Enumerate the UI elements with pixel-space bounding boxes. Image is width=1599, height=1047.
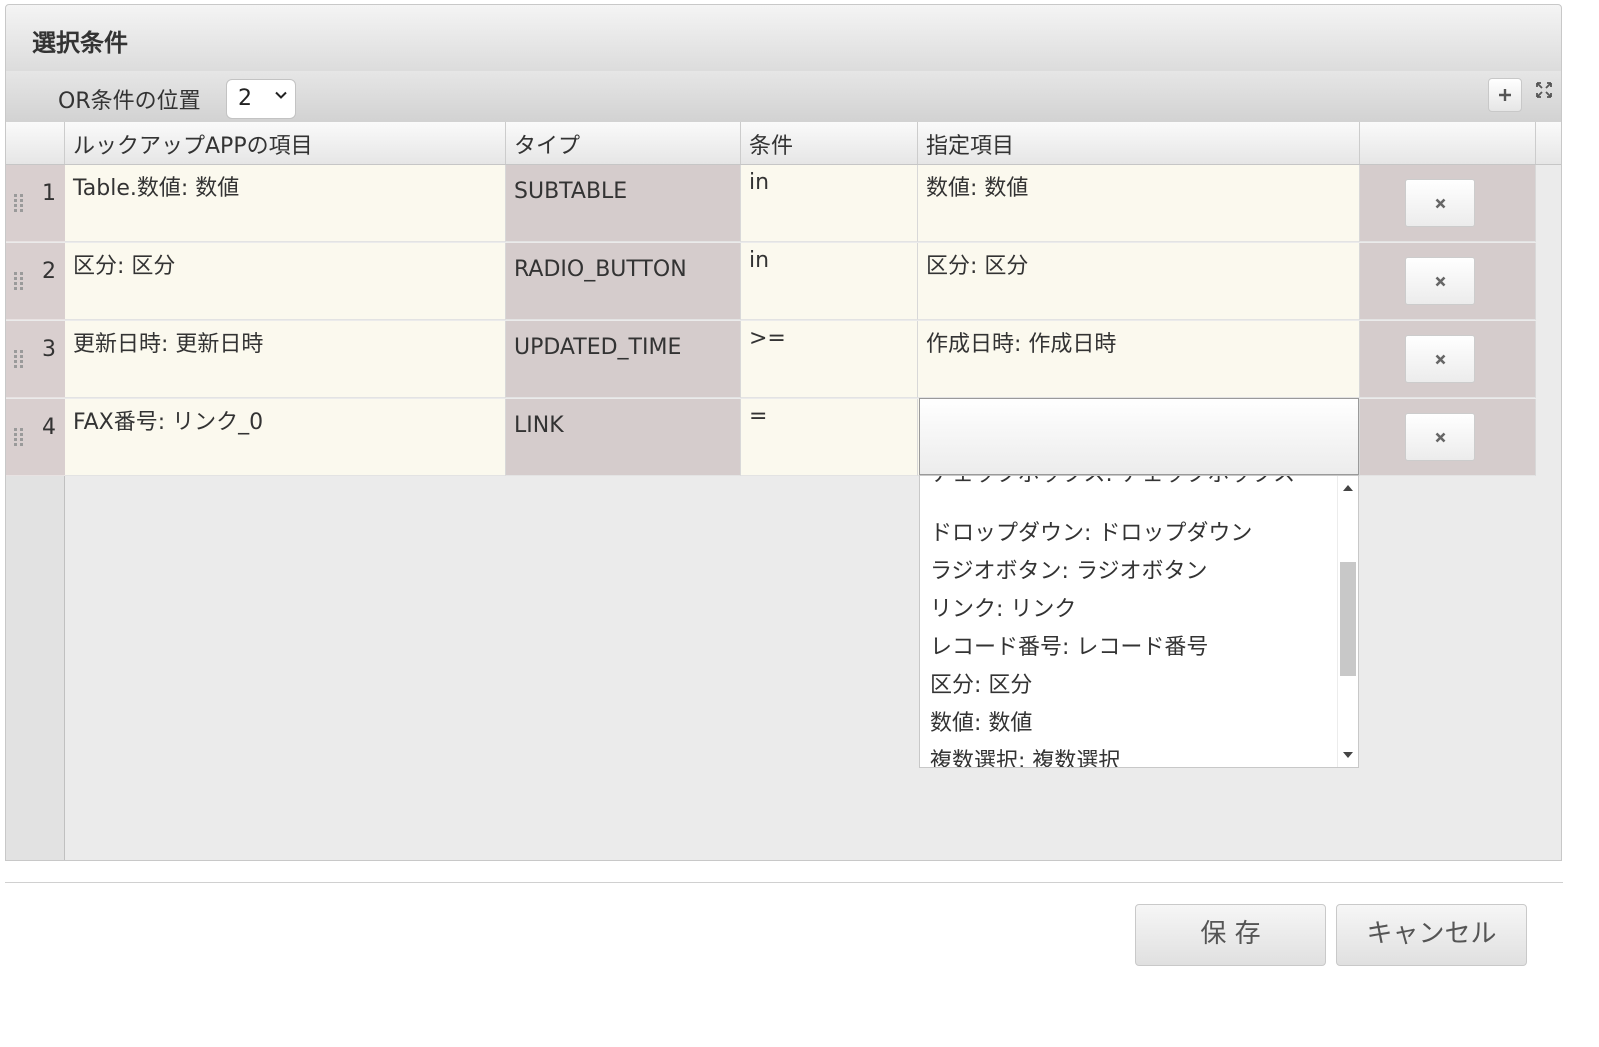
close-icon [1435,276,1446,287]
condition-cell[interactable]: in [741,243,918,320]
header-type: タイプ [506,122,741,164]
row-number-cell: 2 [6,243,65,320]
toolbar: OR条件の位置 2 [6,71,1561,122]
lookup-field-cell[interactable]: FAX番号: リンク_0 [65,399,506,476]
lookup-field-cell[interactable]: Table.数値: 数値 [65,165,506,242]
action-cell [1360,165,1536,242]
close-icon [1435,354,1446,365]
delete-row-button[interactable] [1405,179,1475,227]
header-condition: 条件 [741,122,918,164]
dialog-title-bar: 選択条件 [5,4,1562,72]
close-icon [1435,432,1446,443]
add-row-button[interactable] [1488,78,1522,112]
lookup-field-cell[interactable]: 更新日時: 更新日時 [65,321,506,398]
column-divider [64,476,65,860]
row-number-column-empty [6,476,65,860]
target-field-dropdown[interactable]: チェックボックス: チェックボックス ドロップダウン: ドロップダウン ラジオボ… [919,475,1359,768]
dropdown-list: チェックボックス: チェックボックス ドロップダウン: ドロップダウン ラジオボ… [930,476,1338,767]
dropdown-option[interactable]: リンク: リンク [930,591,1338,629]
action-cell [1360,321,1536,398]
condition-cell[interactable]: in [741,165,918,242]
dropdown-option[interactable]: ドロップダウン: ドロップダウン [930,515,1338,553]
or-position-label: OR条件の位置 [58,89,201,114]
lookup-field-cell[interactable]: 区分: 区分 [65,243,506,320]
type-cell: RADIO_BUTTON [506,243,741,320]
drag-handle-icon[interactable] [13,349,25,369]
drag-handle-icon[interactable] [13,193,25,213]
row-number: 4 [42,415,56,440]
condition-cell[interactable]: = [741,399,918,476]
dropdown-option[interactable]: 数値: 数値 [930,705,1338,743]
grid-header: ルックアップAPPの項目 タイプ 条件 指定項目 [6,122,1561,165]
header-row-number [6,122,65,164]
or-position-select[interactable]: 2 [226,79,296,119]
chevron-down-icon [275,91,287,99]
row-number: 1 [42,181,56,206]
row-number: 2 [42,259,56,284]
dropdown-option[interactable]: チェックボックス: チェックボックス [930,476,1338,515]
dropdown-scrollbar[interactable] [1337,476,1358,767]
row-number-cell: 1 [6,165,65,242]
footer-divider [5,882,1563,883]
save-button[interactable]: 保 存 [1135,904,1326,966]
type-cell: UPDATED_TIME [506,321,741,398]
action-cell [1360,399,1536,476]
cancel-button[interactable]: キャンセル [1336,904,1527,966]
target-field-cell[interactable]: 区分: 区分 [918,243,1360,320]
dropdown-option[interactable]: ラジオボタン: ラジオボタン [930,553,1338,591]
action-cell [1360,243,1536,320]
target-field-cell[interactable]: 作成日時: 作成日時 [918,321,1360,398]
expand-icon[interactable] [1535,81,1553,99]
drag-handle-icon[interactable] [13,271,25,291]
dropdown-option[interactable]: 区分: 区分 [930,667,1338,705]
target-field-cell[interactable]: 数値: 数値 [918,165,1360,242]
row-number: 3 [42,337,56,362]
scroll-down-icon[interactable] [1342,751,1354,759]
delete-row-button[interactable] [1405,257,1475,305]
header-actions [1360,122,1536,164]
condition-cell[interactable]: >= [741,321,918,398]
dropdown-option[interactable]: レコード番号: レコード番号 [930,629,1338,667]
close-icon [1435,198,1446,209]
target-field-editor[interactable] [919,398,1359,475]
scroll-up-icon[interactable] [1342,484,1354,492]
conditions-panel: OR条件の位置 2 ルックアップAPPの項目 タイプ 条件 指定項目 1 Tab… [5,71,1562,861]
header-target-field: 指定項目 [918,122,1360,164]
row-number-cell: 4 [6,399,65,476]
delete-row-button[interactable] [1405,335,1475,383]
type-cell: LINK [506,399,741,476]
type-cell: SUBTABLE [506,165,741,242]
plus-icon [1499,89,1511,101]
dropdown-option[interactable]: 複数選択: 複数選択 [930,743,1338,767]
dialog-title: 選択条件 [32,29,128,57]
or-position-value: 2 [238,86,252,111]
header-lookup-field: ルックアップAPPの項目 [65,122,506,164]
scrollbar-thumb[interactable] [1340,562,1356,676]
drag-handle-icon[interactable] [13,427,25,447]
delete-row-button[interactable] [1405,413,1475,461]
row-number-cell: 3 [6,321,65,398]
